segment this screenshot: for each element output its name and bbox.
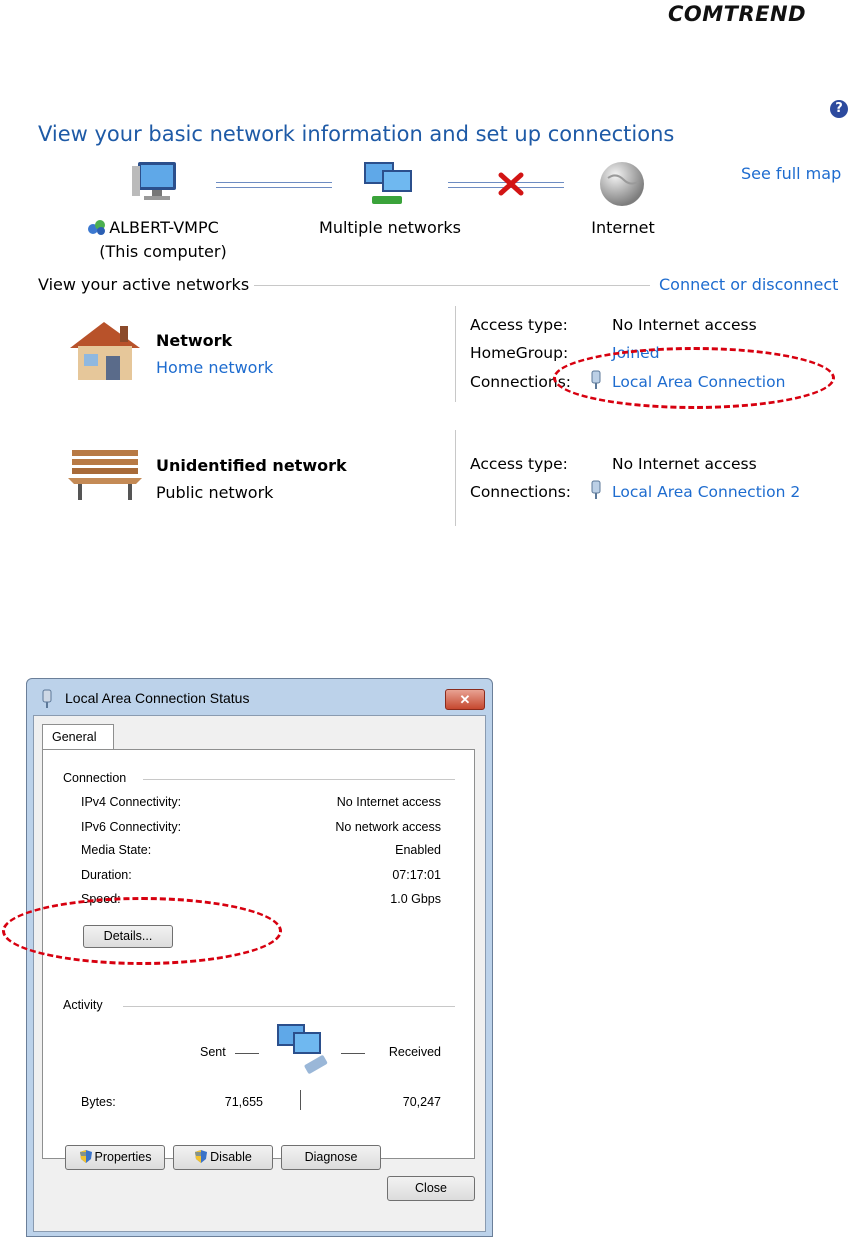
ipv6-value: No network access xyxy=(335,820,441,834)
access-type-label: Access type: xyxy=(470,316,568,334)
media-state-value: Enabled xyxy=(395,843,441,857)
network-name: Network xyxy=(156,331,233,350)
computer-name: ALBERT-VMPC xyxy=(109,218,219,237)
public-network-label: Public network xyxy=(156,483,274,502)
speed-value: 1.0 Gbps xyxy=(390,892,441,906)
annotation-ellipse-details xyxy=(2,897,282,965)
connection-line xyxy=(216,182,332,188)
home-network-link[interactable]: Home network xyxy=(156,358,273,377)
sent-dash xyxy=(235,1053,259,1054)
computer-icon xyxy=(132,162,176,200)
diagnose-button[interactable]: Diagnose xyxy=(281,1145,381,1170)
uac-shield-icon xyxy=(195,1150,208,1163)
connection-group-line xyxy=(143,779,455,780)
active-networks-heading: View your active networks xyxy=(38,275,250,294)
dialog-body: General Connection IPv4 Connectivity: No… xyxy=(33,715,486,1232)
received-label: Received xyxy=(388,1045,441,1059)
sent-label: Sent xyxy=(200,1045,226,1059)
dialog-title: Local Area Connection Status xyxy=(65,690,250,706)
activity-group-label: Activity xyxy=(63,998,107,1012)
uac-shield-icon xyxy=(79,1150,92,1163)
bytes-divider xyxy=(300,1090,301,1110)
properties-label: Properties xyxy=(94,1150,152,1164)
access-type-label-2: Access type: xyxy=(470,455,568,473)
disable-label: Disable xyxy=(210,1150,252,1164)
disconnected-x-icon xyxy=(498,172,524,196)
bytes-received-value: 70,247 xyxy=(402,1095,441,1109)
tab-general[interactable]: General xyxy=(42,724,114,750)
this-computer-node: ALBERT-VMPC xyxy=(78,218,228,237)
annotation-ellipse-connection xyxy=(553,347,835,409)
bytes-sent-value: 71,655 xyxy=(224,1095,263,1109)
globe-icon xyxy=(600,162,644,206)
network-separator-2 xyxy=(455,430,456,526)
see-full-map-link[interactable]: See full map xyxy=(741,164,841,183)
ipv6-label: IPv6 Connectivity: xyxy=(81,820,182,834)
properties-button[interactable]: Properties xyxy=(65,1145,165,1170)
media-state-label: Media State: xyxy=(81,843,152,857)
homegroup-icon xyxy=(87,218,107,236)
connect-or-disconnect-link[interactable]: Connect or disconnect xyxy=(659,275,838,294)
connections-label-2: Connections: xyxy=(470,483,571,501)
internet-label: Internet xyxy=(591,218,655,237)
homegroup-label: HomeGroup: xyxy=(470,344,569,362)
local-area-connection-2-link[interactable]: Local Area Connection 2 xyxy=(612,483,800,501)
home-network-icon xyxy=(70,322,140,380)
multiple-networks-label: Multiple networks xyxy=(319,218,461,237)
connection-group-label: Connection xyxy=(63,771,131,785)
section-divider xyxy=(254,285,650,286)
activity-group-line xyxy=(123,1006,455,1007)
bytes-label: Bytes: xyxy=(81,1095,116,1109)
network-separator xyxy=(455,306,456,402)
network-activity-icon xyxy=(277,1024,328,1074)
close-icon[interactable]: ✕ xyxy=(445,689,485,710)
help-icon[interactable]: ? xyxy=(830,100,848,118)
access-type-value: No Internet access xyxy=(612,316,757,334)
access-type-value-2: No Internet access xyxy=(612,455,757,473)
brand-logo: COMTREND xyxy=(668,2,807,26)
ipv4-label: IPv4 Connectivity: xyxy=(81,795,182,809)
dialog-plug-icon xyxy=(42,689,52,708)
disable-button[interactable]: Disable xyxy=(173,1145,273,1170)
duration-value: 07:17:01 xyxy=(392,868,441,882)
duration-label: Duration: xyxy=(81,868,132,882)
ipv4-value: No Internet access xyxy=(336,795,441,809)
page-title: View your basic network information and … xyxy=(38,122,675,146)
public-network-bench-icon xyxy=(68,450,142,500)
computer-sub-label: (This computer) xyxy=(99,242,227,261)
multiple-networks-icon xyxy=(364,162,412,204)
close-button[interactable]: Close xyxy=(387,1176,475,1201)
ethernet-plug-icon-2 xyxy=(591,480,601,499)
unidentified-network-name: Unidentified network xyxy=(156,456,347,475)
received-dash xyxy=(341,1053,365,1054)
